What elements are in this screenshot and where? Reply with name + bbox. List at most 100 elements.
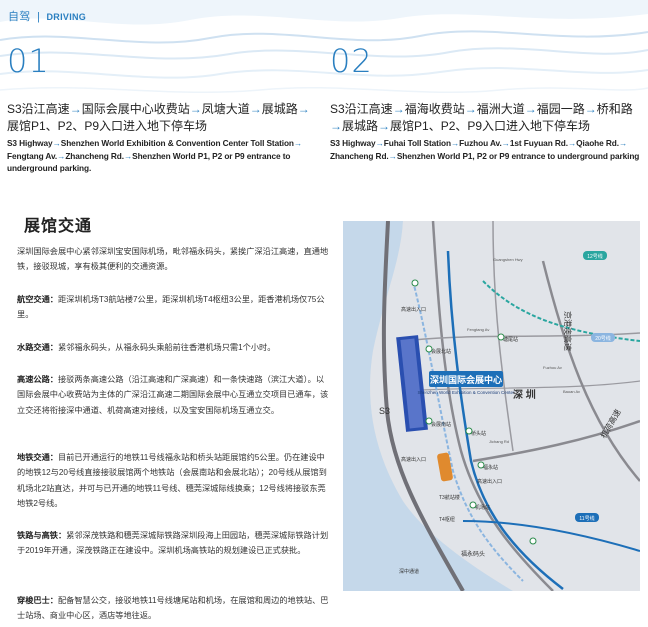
transport-map: 深圳国际会展中心 Shenzhen World Exhibition & Con… (343, 221, 640, 591)
route-zh-line: S3沿江高速→国际会展中心收费站→凤塘大道→展城路→ (7, 101, 327, 118)
arrow-icon: → (330, 119, 342, 133)
route-step: 桥和路 (596, 102, 633, 116)
map-road-2: Jichang Rd (489, 439, 509, 444)
map-tunnel-label: 深中通道 (399, 568, 419, 575)
route-en-line: Zhancheng Rd.→Shenzhen World P1, P2 or P… (330, 150, 640, 161)
map-gate-label: 高速出入口 (401, 306, 426, 313)
route-1-directions-en: S3 Highway→Shenzhen World Exhibition & C… (7, 137, 327, 175)
wave-header-decoration (0, 0, 648, 94)
station-marker (425, 417, 433, 425)
map-station-7: T3航站楼 (439, 494, 460, 501)
route-step: 国际会展中心收费站 (81, 102, 190, 116)
map-gate-label-3: 高速出入口 (477, 478, 502, 485)
map-s3-label: S3 (379, 406, 390, 416)
map-station-8: T4枢纽 (439, 516, 455, 523)
route-step: 福海收费站 (404, 102, 465, 116)
arrow-icon: → (189, 102, 202, 116)
paragraph-shuttle-text: 配备智慧公交，接驳地铁11号线塘尾站和机场，在展馆和周边的地铁站、巴士站场、商业… (17, 596, 329, 621)
route-en-line: S3 Highway→Fuhai Toll Station→Fuzhou Av.… (330, 138, 628, 148)
intro-paragraph: 深圳国际会展中心紧邻深圳宝安国际机场，毗邻福永码头，紧挨广深沿江高速，直通地铁，… (17, 247, 329, 272)
route-step: 福园一路 (536, 102, 585, 116)
map-venue-label: 深圳国际会展中心 (430, 374, 502, 385)
paragraph-air-text: 距深圳机场T3航站楼7公里，距深圳机场T4枢纽3公里，距香港机场仅75公里。 (17, 295, 325, 320)
arrow-icon: → (501, 138, 510, 148)
arrow-icon: → (123, 150, 133, 161)
paragraph-metro: 地铁交通：目前已开通运行的地铁11号线福永站和桥头站距展馆约5公里。仍在建设中的… (17, 450, 331, 512)
route-en-line: Fengtang Av.→Zhancheng Rd.→Shenzhen Worl… (7, 150, 291, 161)
station-marker (529, 537, 537, 545)
map-gate-label-2: 高速出入口 (401, 456, 426, 463)
map-station-4: 机场站 (475, 504, 490, 511)
map-station-1: 会展北站 (431, 348, 451, 355)
arrow-icon: → (388, 150, 397, 161)
station-marker (411, 279, 419, 287)
route-number-2: 02 (330, 42, 373, 80)
paragraph-rail-label: 铁路与高铁： (17, 531, 67, 540)
section-header: 自驾 | DRIVING (8, 11, 87, 23)
station-marker (465, 427, 473, 435)
route-2-directions-en: S3 Highway→Fuhai Toll Station→Fuzhou Av.… (330, 137, 645, 162)
route-2-directions-zh: S3沿江高速→福海收费站→福洲大道→福园一路→桥和路 →展城路→展馆P1、P2、P… (330, 101, 645, 135)
route-step: 展城路 (342, 119, 379, 133)
map-line-11-label: 11号线 (579, 515, 594, 522)
map-station-6: 塘尾站 (503, 336, 518, 343)
route-step: 凤塘大道 (201, 102, 250, 116)
paragraph-air-label: 航空交通： (17, 295, 58, 304)
arrow-icon: → (249, 102, 262, 116)
map-station-5: 桥头站 (471, 430, 486, 437)
route-step: S3沿江高速 (330, 102, 393, 116)
paragraph-highway: 高速公路：接驳两条高速公路（沿江高速和广深高速）和一条快速路（滨江大道）。以国际… (17, 372, 331, 418)
arrow-icon: → (567, 138, 577, 148)
arrow-icon: → (464, 102, 477, 116)
map-road-1: Fengtang Av (467, 327, 489, 332)
paragraph-metro-label: 地铁交通： (17, 453, 58, 462)
paragraph-shuttle: 穿梭巴士：配备智慧公交，接驳地铁11号线塘尾站和机场，在展馆和周边的地铁站、巴士… (17, 593, 331, 624)
arrow-icon: → (392, 102, 405, 116)
arrow-icon: → (297, 102, 310, 116)
station-marker (477, 461, 485, 469)
map-line-12-label: 12号线 (587, 253, 603, 260)
arrow-icon: → (450, 138, 460, 148)
route-step: 福洲大道 (476, 102, 525, 116)
map-road-4: Baoan Av (563, 389, 580, 394)
paragraph-rail: 铁路与高铁：紧邻深茂铁路和穗莞深城际铁路深圳段海上田园站，穗莞深城际铁路计划于2… (17, 528, 331, 559)
route-zh-line: 展馆P1、P2、P9入口进入地下停车场 (7, 118, 327, 135)
route-step: 展馆P1、P2、P9入口进入地下停车场 (7, 119, 208, 133)
route-en-line: underground parking. (7, 163, 92, 174)
map-city-label: 深 圳 (513, 388, 536, 401)
route-step: S3沿江高速 (7, 102, 70, 116)
arrow-icon: → (524, 102, 537, 116)
header-zh: 自驾 (8, 11, 31, 23)
map-road-3: Fuzhou Av (543, 365, 562, 370)
map-venue-label-en: Shenzhen World Exhibition & Convention C… (418, 390, 515, 395)
paragraph-shuttle-label: 穿梭巴士： (17, 596, 58, 605)
paragraph-water-text: 紧邻福永码头，从福永码头乘船前往香港机场只需1个小时。 (57, 343, 276, 352)
arrow-icon: → (52, 138, 61, 148)
route-zh-line: S3沿江高速→福海收费站→福洲大道→福园一路→桥和路 (330, 101, 645, 118)
station-marker (469, 501, 477, 509)
map-station-2: 会展南站 (431, 421, 451, 428)
arrow-icon: → (69, 102, 82, 116)
map-port-label: 福永码头 (461, 550, 485, 558)
station-marker (497, 333, 505, 341)
header-en: DRIVING (46, 12, 87, 22)
paragraph-air: 航空交通：距深圳机场T3航站楼7公里，距深圳机场T4枢纽3公里，距香港机场仅75… (17, 292, 331, 323)
route-step: 展馆P1、P2、P9入口进入地下停车场 (390, 119, 591, 133)
paragraph-metro-text: 目前已开通运行的地铁11号线福永站和桥头站距展馆约5公里。仍在建设中的地铁12与… (17, 453, 327, 509)
route-zh-line: →展城路→展馆P1、P2、P9入口进入地下停车场 (330, 118, 645, 135)
route-step: 展城路 (261, 102, 298, 116)
arrow-icon: → (618, 138, 628, 148)
paragraph-water: 水路交通：紧邻福永码头，从福永码头乘船前往香港机场只需1个小时。 (17, 340, 331, 355)
route-1-directions-zh: S3沿江高速→国际会展中心收费站→凤塘大道→展城路→ 展馆P1、P2、P9入口进入… (7, 101, 327, 135)
map-road-5: Guangshen Hwy (493, 257, 523, 262)
paragraph-highway-text: 接驳两条高速公路（沿江高速和广深高速）和一条快速路（滨江大道）。以国际会展中心收… (17, 375, 329, 415)
arrow-icon: → (378, 119, 391, 133)
paragraph-highway-label: 高速公路： (17, 375, 58, 384)
map-station-3: 福永站 (483, 464, 498, 471)
map-jinggang-label: 京港澳高速 (563, 311, 573, 351)
arrow-icon: → (375, 138, 384, 148)
arrow-icon: → (584, 102, 597, 116)
map-line-20-label: 20号线 (595, 335, 611, 342)
station-marker (425, 345, 433, 353)
route-number-1: 01 (7, 42, 50, 80)
